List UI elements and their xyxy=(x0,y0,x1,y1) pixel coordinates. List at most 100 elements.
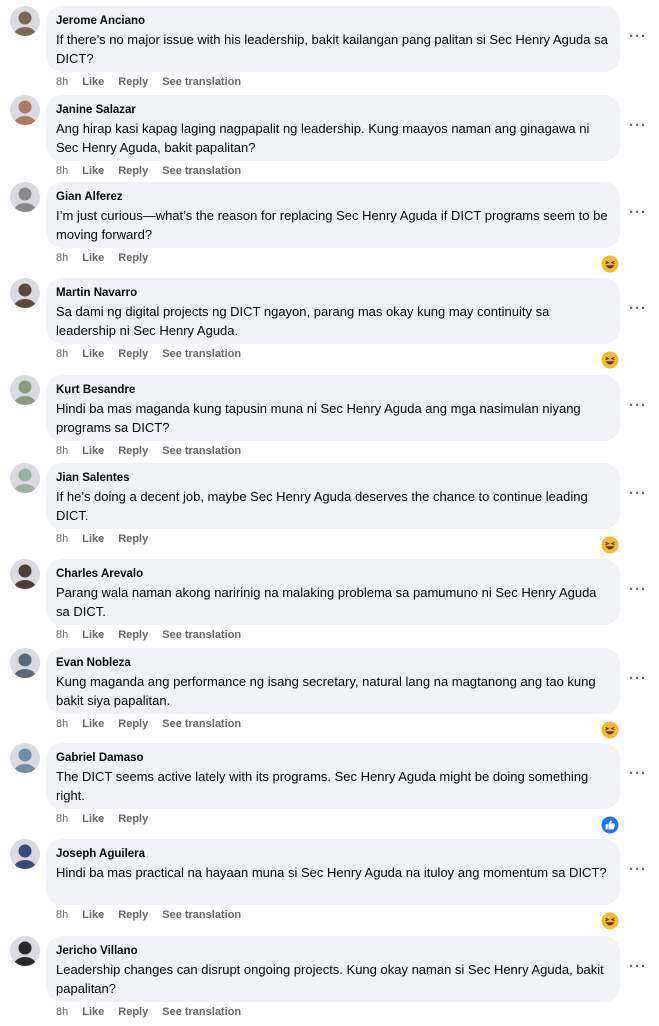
see-translation-button[interactable]: See translation xyxy=(162,347,241,361)
more-options-icon[interactable]: ··· xyxy=(626,862,650,881)
reply-button[interactable]: Reply xyxy=(118,908,148,922)
haha-reaction-icon[interactable] xyxy=(601,255,619,273)
like-button[interactable]: Like xyxy=(82,75,104,89)
like-button[interactable]: Like xyxy=(82,251,104,265)
comment-timestamp: 8h xyxy=(56,445,69,457)
comment-bubble: Gian Alferez I’m just curious—what’s the … xyxy=(46,182,620,248)
comment: Jerome Anciano If there’s no major issue … xyxy=(0,6,659,96)
more-options-icon[interactable]: ··· xyxy=(626,29,650,48)
comment-actions: 8h Like Reply See translation xyxy=(56,347,255,361)
like-button[interactable]: Like xyxy=(82,717,104,731)
comment-actions: 8h Like Reply xyxy=(56,251,162,265)
like-button[interactable]: Like xyxy=(82,347,104,361)
comment: Gabriel Damaso The DICT seems active late… xyxy=(0,743,659,834)
comment-text: Leadership changes can disrupt ongoing p… xyxy=(56,962,604,996)
like-button[interactable]: Like xyxy=(82,628,104,642)
comment-text: Hindi ba mas practical na hayaan muna si… xyxy=(56,865,607,880)
comment: Kurt Besandre Hindi ba mas maganda kung t… xyxy=(0,375,659,465)
reply-button[interactable]: Reply xyxy=(118,812,148,826)
like-button[interactable]: Like xyxy=(82,812,104,826)
comment: Janine Salazar Ang hirap kasi kapag lagin… xyxy=(0,95,659,185)
comment-author[interactable]: Jerome Anciano xyxy=(56,14,608,28)
like-button[interactable]: Like xyxy=(82,444,104,458)
reply-button[interactable]: Reply xyxy=(118,628,148,642)
comment-text: If there’s no major issue with his leade… xyxy=(56,32,608,66)
comment-text: The DICT seems active lately with its pr… xyxy=(56,769,589,803)
like-button[interactable]: Like xyxy=(82,532,104,546)
see-translation-button[interactable]: See translation xyxy=(162,1005,241,1019)
comment-actions: 8h Like Reply See translation xyxy=(56,1005,255,1019)
comment-timestamp: 8h xyxy=(56,533,69,545)
reply-button[interactable]: Reply xyxy=(118,251,148,265)
like-button[interactable]: Like xyxy=(82,164,104,178)
more-options-icon[interactable]: ··· xyxy=(626,582,650,601)
more-options-icon[interactable]: ··· xyxy=(626,301,650,320)
more-options-icon[interactable]: ··· xyxy=(626,959,650,978)
comment-author[interactable]: Joseph Aguilera xyxy=(56,847,608,861)
see-translation-button[interactable]: See translation xyxy=(162,444,241,458)
comment-author[interactable]: Kurt Besandre xyxy=(56,383,608,397)
comment-bubble: Janine Salazar Ang hirap kasi kapag lagin… xyxy=(46,95,620,161)
more-options-icon[interactable]: ··· xyxy=(626,118,650,137)
see-translation-button[interactable]: See translation xyxy=(162,75,241,89)
see-translation-button[interactable]: See translation xyxy=(162,164,241,178)
reply-button[interactable]: Reply xyxy=(118,717,148,731)
comment-author[interactable]: Charles Arevalo xyxy=(56,567,608,581)
avatar[interactable] xyxy=(10,375,40,405)
comment-bubble: Gabriel Damaso The DICT seems active late… xyxy=(46,743,620,809)
like-reaction-icon[interactable] xyxy=(601,816,619,834)
comment-actions: 8h Like Reply See translation xyxy=(56,717,255,731)
reply-button[interactable]: Reply xyxy=(118,1005,148,1019)
reply-button[interactable]: Reply xyxy=(118,347,148,361)
comment-author[interactable]: Evan Nobleza xyxy=(56,656,608,670)
comment-timestamp: 8h xyxy=(56,1006,69,1018)
comment-actions: 8h Like Reply xyxy=(56,812,162,826)
reply-button[interactable]: Reply xyxy=(118,444,148,458)
comment-timestamp: 8h xyxy=(56,813,69,825)
more-options-icon[interactable]: ··· xyxy=(626,486,650,505)
comment-author[interactable]: Janine Salazar xyxy=(56,103,608,117)
like-button[interactable]: Like xyxy=(82,908,104,922)
avatar[interactable] xyxy=(10,463,40,493)
haha-reaction-icon[interactable] xyxy=(601,536,619,554)
reply-button[interactable]: Reply xyxy=(118,75,148,89)
like-button[interactable]: Like xyxy=(82,1005,104,1019)
avatar[interactable] xyxy=(10,648,40,678)
avatar[interactable] xyxy=(10,936,40,966)
reply-button[interactable]: Reply xyxy=(118,532,148,546)
see-translation-button[interactable]: See translation xyxy=(162,628,241,642)
avatar[interactable] xyxy=(10,278,40,308)
avatar[interactable] xyxy=(10,95,40,125)
comment-author[interactable]: Jian Salentes xyxy=(56,471,608,485)
comment-author[interactable]: Martin Navarro xyxy=(56,286,608,300)
comment-text: I’m just curious—what’s the reason for r… xyxy=(56,208,608,242)
reply-button[interactable]: Reply xyxy=(118,164,148,178)
comment: Charles Arevalo Parang wala naman akong n… xyxy=(0,559,659,649)
comment-timestamp: 8h xyxy=(56,165,69,177)
comment-author[interactable]: Gabriel Damaso xyxy=(56,751,608,765)
comment: Jian Salentes If he’s doing a decent job,… xyxy=(0,463,659,554)
avatar[interactable] xyxy=(10,559,40,589)
see-translation-button[interactable]: See translation xyxy=(162,908,241,922)
comment-text: Parang wala naman akong naririnig na mal… xyxy=(56,585,597,619)
comment: Gian Alferez I’m just curious—what’s the … xyxy=(0,182,659,273)
see-translation-button[interactable]: See translation xyxy=(162,717,241,731)
avatar[interactable] xyxy=(10,839,40,869)
comment-text: If he’s doing a decent job, maybe Sec He… xyxy=(56,489,588,523)
avatar[interactable] xyxy=(10,182,40,212)
comment-timestamp: 8h xyxy=(56,718,69,730)
comment-text: Ang hirap kasi kapag laging nagpapalit n… xyxy=(56,121,590,155)
more-options-icon[interactable]: ··· xyxy=(626,398,650,417)
comment-author[interactable]: Gian Alferez xyxy=(56,190,608,204)
haha-reaction-icon[interactable] xyxy=(601,912,619,930)
haha-reaction-icon[interactable] xyxy=(601,351,619,369)
comment-timestamp: 8h xyxy=(56,252,69,264)
comment-author[interactable]: Jericho Villano xyxy=(56,944,608,958)
comment-timestamp: 8h xyxy=(56,909,69,921)
more-options-icon[interactable]: ··· xyxy=(626,671,650,690)
more-options-icon[interactable]: ··· xyxy=(626,205,650,224)
avatar[interactable] xyxy=(10,743,40,773)
haha-reaction-icon[interactable] xyxy=(601,721,619,739)
more-options-icon[interactable]: ··· xyxy=(626,766,650,785)
avatar[interactable] xyxy=(10,6,40,36)
